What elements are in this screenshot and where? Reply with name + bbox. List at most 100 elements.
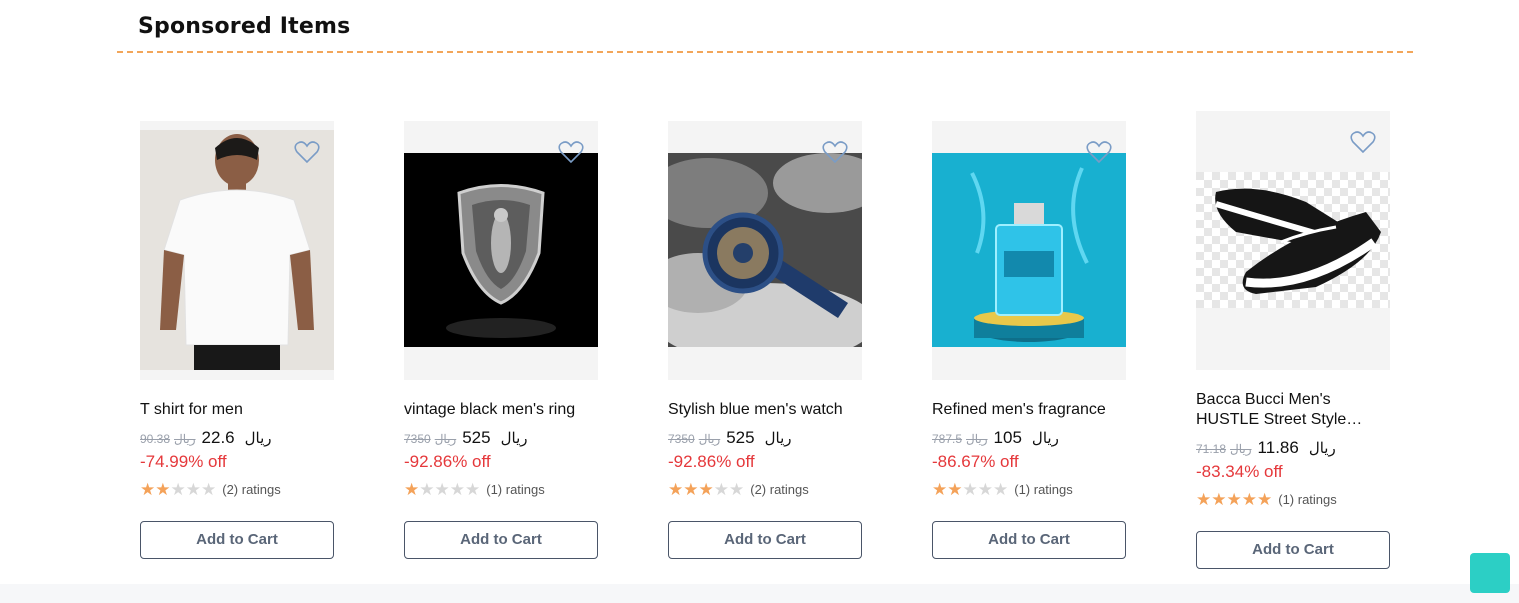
add-to-cart-button[interactable]: Add to Cart <box>140 521 334 559</box>
title-divider <box>117 51 1413 53</box>
add-to-cart-button[interactable]: Add to Cart <box>932 521 1126 559</box>
original-price: 7350 <box>668 432 695 446</box>
original-price: 787.5 <box>932 432 963 446</box>
currency-symbol: ريال <box>764 430 792 447</box>
star-icon: ★ <box>1196 489 1212 509</box>
star-icon: ★ <box>713 479 729 499</box>
sale-price: 525 <box>462 428 491 447</box>
currency-symbol: ريال <box>1308 440 1336 457</box>
footer-band <box>0 584 1519 603</box>
star-icon: ★ <box>932 479 948 499</box>
rating-row: ★ ★ ★ ★ ★ (1) ratings <box>1196 490 1390 508</box>
star-icon: ★ <box>465 479 481 499</box>
fragrance-photo <box>932 153 1126 347</box>
star-icon: ★ <box>698 479 714 499</box>
wishlist-heart-icon[interactable] <box>294 140 320 164</box>
star-icon: ★ <box>1257 489 1273 509</box>
rating-row: ★ ★ ★ ★ ★ (2) ratings <box>140 480 334 498</box>
star-icon: ★ <box>977 479 993 499</box>
original-price: 7350 <box>404 432 431 446</box>
product-image[interactable] <box>932 121 1126 380</box>
product-name[interactable]: Bacca Bucci Men's HUSTLE Street Style… <box>1196 390 1390 430</box>
rating-row: ★ ★ ★ ★ ★ (1) ratings <box>932 480 1126 498</box>
watch-photo <box>668 153 862 347</box>
ratings-count: (1) ratings <box>1014 481 1073 497</box>
product-card[interactable]: Bacca Bucci Men's HUSTLE Street Style… 7… <box>1196 111 1390 569</box>
discount-label: -74.99% off <box>140 452 227 471</box>
star-icon: ★ <box>201 479 217 499</box>
star-rating: ★ ★ ★ ★ ★ <box>140 481 216 498</box>
discount-label: -92.86% off <box>668 452 755 471</box>
rating-row: ★ ★ ★ ★ ★ (1) ratings <box>404 480 598 498</box>
product-image[interactable] <box>140 121 334 380</box>
sale-price: 525 <box>726 428 755 447</box>
product-image[interactable] <box>1196 111 1390 370</box>
sneaker-photo <box>1196 172 1390 308</box>
currency-symbol: ريال <box>1230 442 1252 456</box>
wishlist-heart-icon[interactable] <box>558 140 584 164</box>
sale-price: 105 <box>993 428 1022 447</box>
discount-label: -83.34% off <box>1196 462 1283 481</box>
star-icon: ★ <box>155 479 171 499</box>
currency-symbol: ريال <box>966 432 988 446</box>
product-card[interactable]: T shirt for men 90.38 ريال 22.6 ريال -74… <box>140 121 334 559</box>
star-icon: ★ <box>404 479 420 499</box>
star-icon: ★ <box>185 479 201 499</box>
price-row: 7350 ريال 525 ريال <box>668 428 862 448</box>
discount-label: -86.67% off <box>932 452 1019 471</box>
product-name[interactable]: T shirt for men <box>140 400 334 420</box>
product-card[interactable]: Stylish blue men's watch 7350 ريال 525 ر… <box>668 121 862 559</box>
star-icon: ★ <box>683 479 699 499</box>
discount-label: -92.86% off <box>404 452 491 471</box>
star-icon: ★ <box>170 479 186 499</box>
original-price: 71.18 <box>1196 442 1227 456</box>
star-rating: ★ ★ ★ ★ ★ <box>932 481 1008 498</box>
sponsored-items-section: Sponsored Items T shirt for men 90.38 ري… <box>0 0 1519 603</box>
floating-action-button[interactable] <box>1470 553 1510 593</box>
ratings-count: (1) ratings <box>486 481 545 497</box>
product-image[interactable] <box>668 121 862 380</box>
star-icon: ★ <box>434 479 450 499</box>
star-icon: ★ <box>1241 489 1257 509</box>
currency-symbol: ريال <box>244 430 272 447</box>
add-to-cart-button[interactable]: Add to Cart <box>668 521 862 559</box>
currency-symbol: ريال <box>698 432 721 446</box>
ratings-count: (1) ratings <box>1278 491 1337 507</box>
product-card[interactable]: Refined men's fragrance 787.5 ريال 105 ر… <box>932 121 1126 559</box>
price-row: 90.38 ريال 22.6 ريال <box>140 428 334 448</box>
price-row: 7350 ريال 525 ريال <box>404 428 598 448</box>
wishlist-heart-icon[interactable] <box>822 140 848 164</box>
star-icon: ★ <box>419 479 435 499</box>
currency-symbol: ريال <box>434 432 457 446</box>
star-icon: ★ <box>668 479 684 499</box>
original-price: 90.38 <box>140 432 171 446</box>
star-rating: ★ ★ ★ ★ ★ <box>668 481 744 498</box>
star-icon: ★ <box>140 479 156 499</box>
star-rating: ★ ★ ★ ★ ★ <box>404 481 480 498</box>
star-icon: ★ <box>947 479 963 499</box>
star-icon: ★ <box>962 479 978 499</box>
currency-symbol: ريال <box>500 430 528 447</box>
ratings-count: (2) ratings <box>222 481 281 497</box>
tshirt-photo <box>140 130 334 370</box>
star-icon: ★ <box>993 479 1009 499</box>
sale-price: 11.86 <box>1257 438 1299 457</box>
product-card[interactable]: vintage black men's ring 7350 ريال 525 ر… <box>404 121 598 559</box>
wishlist-heart-icon[interactable] <box>1086 140 1112 164</box>
product-name[interactable]: vintage black men's ring <box>404 400 598 420</box>
product-name[interactable]: Refined men's fragrance <box>932 400 1126 420</box>
wishlist-heart-icon[interactable] <box>1350 130 1376 154</box>
add-to-cart-button[interactable]: Add to Cart <box>404 521 598 559</box>
star-icon: ★ <box>449 479 465 499</box>
product-image[interactable] <box>404 121 598 380</box>
price-row: 71.18 ريال 11.86 ريال <box>1196 438 1390 458</box>
product-name[interactable]: Stylish blue men's watch <box>668 400 862 420</box>
ring-photo <box>404 153 598 347</box>
sale-price: 22.6 <box>201 428 235 447</box>
currency-symbol: ريال <box>174 432 196 446</box>
ratings-count: (2) ratings <box>750 481 809 497</box>
price-row: 787.5 ريال 105 ريال <box>932 428 1126 448</box>
add-to-cart-button[interactable]: Add to Cart <box>1196 531 1390 569</box>
rating-row: ★ ★ ★ ★ ★ (2) ratings <box>668 480 862 498</box>
star-icon: ★ <box>1226 489 1242 509</box>
